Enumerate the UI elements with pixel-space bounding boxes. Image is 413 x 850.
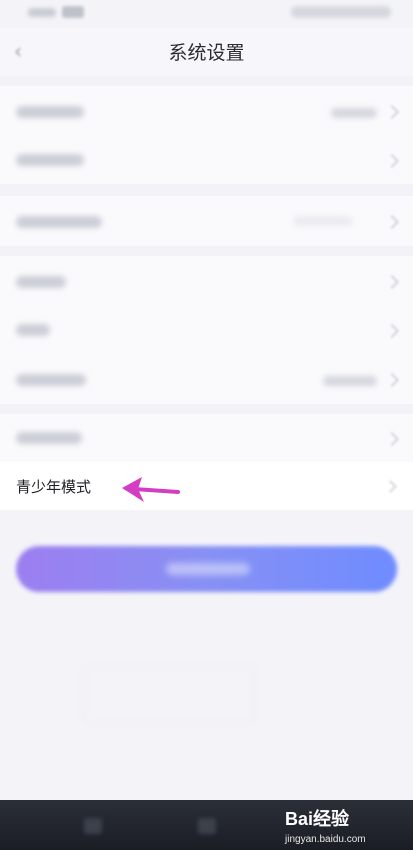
nav-bar: ‹ 系统设置 xyxy=(0,28,413,76)
watermark-domain: jingyan.baidu.com xyxy=(284,834,366,845)
settings-row-6[interactable] xyxy=(0,354,413,404)
chevron-right-icon xyxy=(384,372,400,388)
clock-blurred xyxy=(28,8,56,17)
blurred-label xyxy=(16,276,66,288)
blurred-label xyxy=(16,374,86,386)
bottom-icon-blurred[interactable] xyxy=(198,818,216,834)
blurred-label xyxy=(16,324,50,336)
chevron-right-icon xyxy=(384,214,400,230)
chevron-right-icon xyxy=(384,431,400,447)
blurred-button-text xyxy=(166,563,250,575)
blurred-value xyxy=(331,108,377,118)
settings-row-3[interactable] xyxy=(0,196,413,246)
status-pill-icon xyxy=(62,6,84,18)
chevron-right-icon xyxy=(384,323,400,339)
blurred-label xyxy=(16,106,84,118)
blurred-value xyxy=(323,376,377,386)
settings-row-4[interactable] xyxy=(0,256,413,306)
chevron-right-icon xyxy=(384,274,400,290)
status-bar xyxy=(0,0,413,28)
blurred-label xyxy=(16,154,84,166)
blurred-value xyxy=(293,216,353,226)
settings-row-7[interactable] xyxy=(0,414,413,462)
logout-button[interactable] xyxy=(16,546,397,592)
teen-mode-label: 青少年模式 xyxy=(16,478,92,496)
settings-row-5[interactable] xyxy=(0,306,413,354)
faded-shape xyxy=(84,665,256,722)
settings-row-2[interactable] xyxy=(0,136,413,184)
chevron-right-icon xyxy=(384,153,400,169)
baidu-jingyan-watermark: Bai经验 jingyan.baidu.com xyxy=(284,808,366,845)
pointer-arrow-icon xyxy=(122,477,180,502)
watermark-brand: Bai经验 xyxy=(285,808,350,829)
status-icons-blurred xyxy=(291,6,391,18)
blurred-label xyxy=(16,432,82,444)
chevron-right-icon xyxy=(384,104,400,120)
chevron-right-icon xyxy=(384,480,397,493)
bottom-nav-bar: Bai经验 jingyan.baidu.com xyxy=(0,800,413,850)
settings-row-teen-mode[interactable]: 青少年模式 xyxy=(0,462,413,510)
bottom-icon-blurred[interactable] xyxy=(84,818,102,834)
settings-row-1[interactable] xyxy=(0,86,413,136)
page-title: 系统设置 xyxy=(168,42,245,64)
blurred-label xyxy=(16,216,102,228)
